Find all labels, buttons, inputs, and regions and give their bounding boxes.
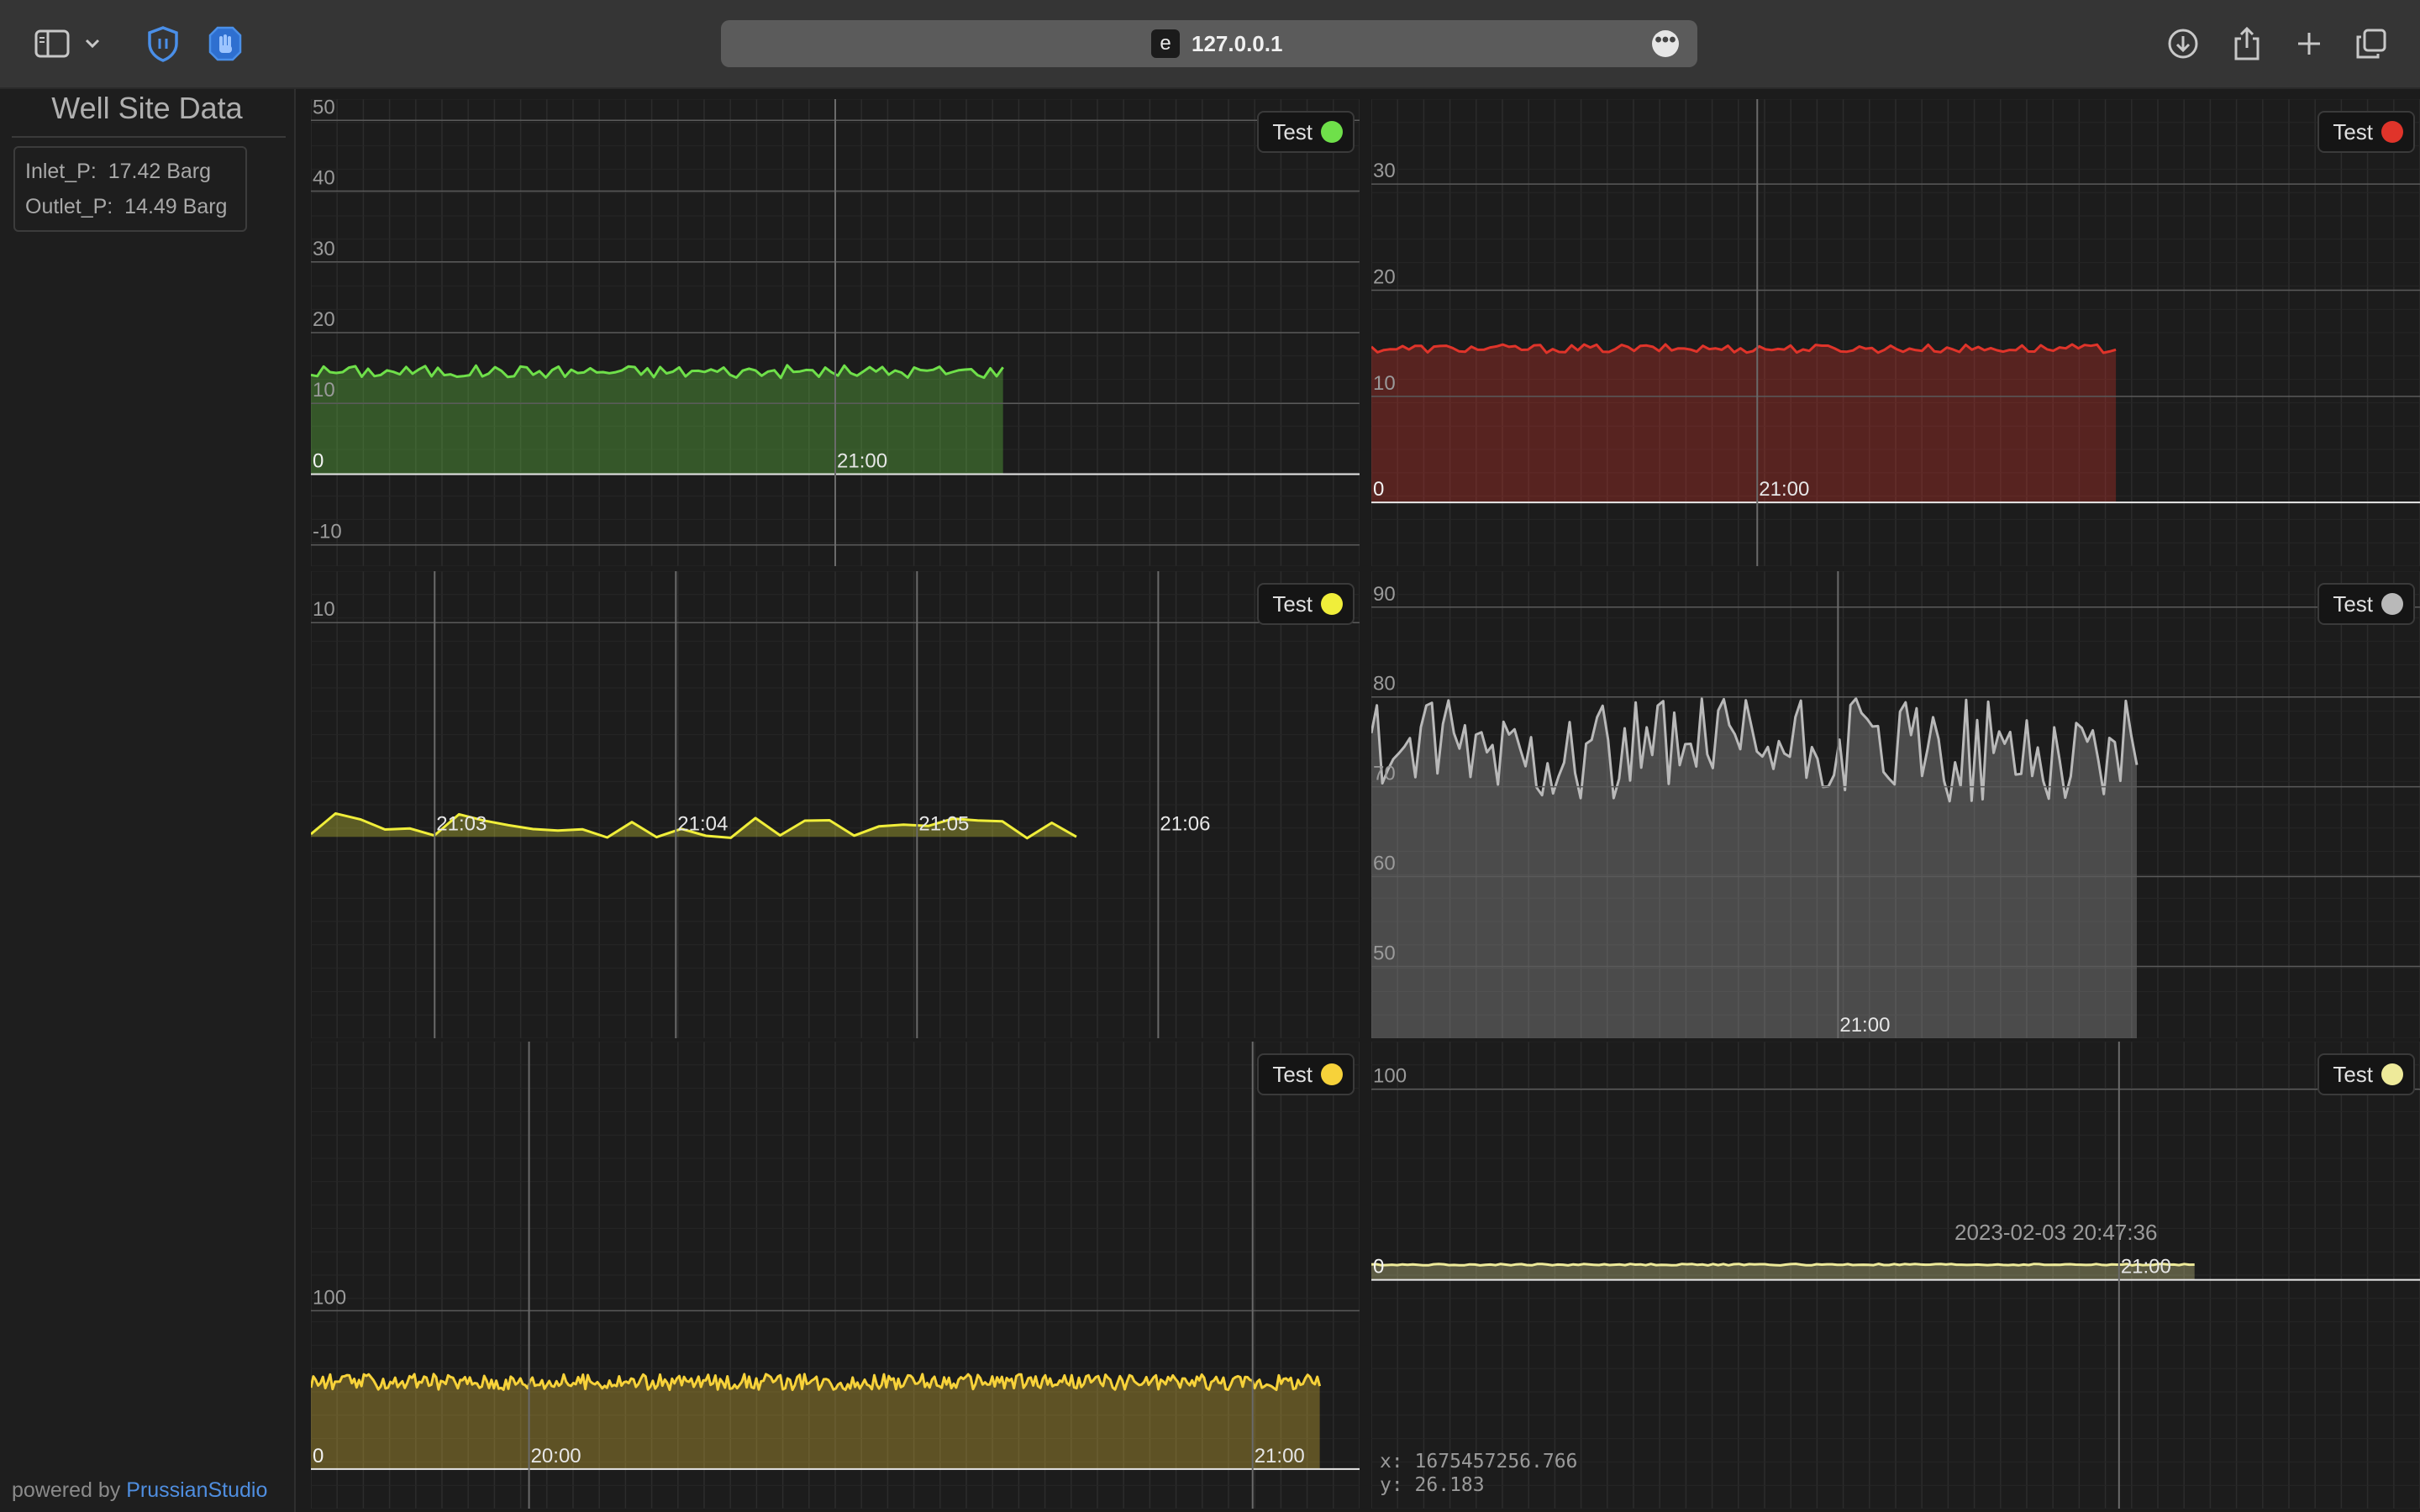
y-tick-label: 30 xyxy=(1373,160,1396,182)
legend-status-dot xyxy=(2381,593,2403,615)
x-tick-label: 21:00 xyxy=(1759,478,1809,501)
y-tick-label: 60 xyxy=(1373,853,1396,875)
powered-by-footer: powered by PrussianStudio xyxy=(12,1478,267,1503)
x-tick-label: 21:05 xyxy=(918,812,969,835)
share-icon[interactable] xyxy=(2225,22,2269,66)
legend[interactable]: Test xyxy=(2317,111,2415,153)
chart-2[interactable]: 0 10 20 30 21:00 xyxy=(1371,99,2420,566)
readings-box: Inlet_P: 17.42 Barg Outlet_P: 14.49 Barg xyxy=(13,146,247,232)
sidebar-title: Well Site Data xyxy=(51,91,243,125)
legend[interactable]: Test xyxy=(2317,583,2415,625)
y-tick-label: 100 xyxy=(313,1286,346,1309)
chart-4[interactable]: 50 60 70 80 90 21:00 xyxy=(1371,571,2420,1038)
y-tick-label: 40 xyxy=(313,167,335,190)
tab-overview-icon[interactable] xyxy=(2349,22,2393,66)
legend-label: Test xyxy=(2333,118,2373,144)
y-tick-label: 50 xyxy=(1373,942,1396,964)
y-tick-label: 10 xyxy=(1373,372,1396,395)
chart-3[interactable]: 10 21:03 21:04 21:05 21:06 xyxy=(311,571,1360,1038)
chart-1[interactable]: -10 0 10 20 30 40 50 21:00 xyxy=(311,99,1360,566)
y-tick-label: 0 xyxy=(1373,1256,1384,1278)
prussianstudio-link[interactable]: PrussianStudio xyxy=(126,1478,267,1502)
legend-status-dot xyxy=(1321,1063,1343,1085)
chart-5[interactable]: 0 100 20:00 21:00 xyxy=(311,1042,1360,1509)
y-tick-label: 80 xyxy=(1373,673,1396,696)
sidebar: Well Site Data Inlet_P: 17.42 Barg Outle… xyxy=(0,89,296,1512)
site-favicon: e xyxy=(1151,29,1180,58)
legend-label: Test xyxy=(1272,1061,1313,1087)
y-tick-label: 100 xyxy=(1373,1065,1407,1088)
browser-toolbar: e 127.0.0.1 ••• xyxy=(0,0,2420,89)
chart-panel-1[interactable]: -10 0 10 20 30 40 50 21:00 Test xyxy=(311,99,1360,566)
x-tick-label: 21:04 xyxy=(677,812,728,835)
outlet-pressure-reading: Outlet_P: 14.49 Barg xyxy=(25,195,227,219)
series-area xyxy=(311,1373,1320,1469)
hand-stop-icon[interactable] xyxy=(203,22,247,66)
y-tick-label: -10 xyxy=(313,521,342,543)
legend-label: Test xyxy=(2333,1061,2373,1087)
download-icon[interactable] xyxy=(2161,22,2205,66)
more-options-icon[interactable]: ••• xyxy=(1652,30,1679,57)
legend-status-dot xyxy=(2381,1063,2403,1085)
reading-value: 14.49 Barg xyxy=(124,195,228,218)
legend[interactable]: Test xyxy=(1257,583,1355,625)
new-tab-icon[interactable] xyxy=(2287,22,2331,66)
x-tick-label: 21:00 xyxy=(1839,1014,1890,1037)
legend-label: Test xyxy=(2333,591,2373,617)
sidebar-divider xyxy=(12,136,286,138)
chart-6[interactable]: 0 100 21:00 xyxy=(1371,1042,2420,1509)
url-text[interactable]: 127.0.0.1 xyxy=(1192,31,1282,57)
x-tick-label: 21:00 xyxy=(1255,1445,1305,1467)
y-tick-label: 70 xyxy=(1373,763,1396,785)
x-tick-label: 21:06 xyxy=(1160,812,1210,835)
inlet-pressure-reading: Inlet_P: 17.42 Barg xyxy=(25,160,211,184)
series-line xyxy=(1371,1263,2195,1267)
chevron-down-icon[interactable] xyxy=(76,22,109,66)
legend[interactable]: Test xyxy=(2317,1053,2415,1095)
x-tick-label: 21:00 xyxy=(837,449,887,472)
x-tick-label: 21:00 xyxy=(2121,1256,2171,1278)
y-tick-label: 0 xyxy=(313,1445,324,1467)
reading-label: Outlet_P: xyxy=(25,195,113,218)
y-tick-label: 0 xyxy=(313,449,324,472)
series-area xyxy=(311,365,1003,475)
y-tick-label: 90 xyxy=(1373,583,1396,606)
legend[interactable]: Test xyxy=(1257,111,1355,153)
chart-panel-4[interactable]: 50 60 70 80 90 21:00 Test xyxy=(1371,571,2420,1038)
chart-panel-3[interactable]: 10 21:03 21:04 21:05 21:06 Test xyxy=(311,571,1360,1038)
sidebar-toggle-icon[interactable] xyxy=(30,22,74,66)
shield-icon[interactable] xyxy=(141,22,185,66)
chart-panel-6[interactable]: 0 100 21:00 Test 2023-02-03 20:47:36 x: 16… xyxy=(1371,1042,2420,1509)
legend[interactable]: Test xyxy=(1257,1053,1355,1095)
y-tick-label: 20 xyxy=(313,308,335,331)
legend-status-dot xyxy=(1321,593,1343,615)
legend-label: Test xyxy=(1272,591,1313,617)
y-tick-label: 0 xyxy=(1373,478,1384,501)
reading-value: 17.42 Barg xyxy=(108,160,212,183)
y-tick-label: 50 xyxy=(313,99,335,118)
chart-panel-5[interactable]: 0 100 20:00 21:00 Test xyxy=(311,1042,1360,1509)
y-tick-label: 10 xyxy=(313,379,335,402)
y-tick-label: 10 xyxy=(313,598,335,621)
crosshair-readout: x: 1675457256.766 y: 26.183 xyxy=(1380,1450,1577,1497)
crosshair-y-value: y: 26.183 xyxy=(1380,1474,1485,1496)
series-area xyxy=(1371,344,2117,503)
chart-panel-2[interactable]: 0 10 20 30 21:00 Test xyxy=(1371,99,2420,566)
x-tick-label: 20:00 xyxy=(531,1445,581,1467)
reading-label: Inlet_P: xyxy=(25,160,97,183)
footer-prefix: powered by xyxy=(12,1478,127,1502)
crosshair-x-value: x: 1675457256.766 xyxy=(1380,1451,1578,1473)
y-tick-label: 20 xyxy=(1373,265,1396,288)
legend-status-dot xyxy=(2381,121,2403,143)
legend-status-dot xyxy=(1321,121,1343,143)
x-tick-label: 21:03 xyxy=(436,812,487,835)
address-bar[interactable]: e 127.0.0.1 ••• xyxy=(721,20,1697,67)
crosshair-time-label: 2023-02-03 20:47:36 xyxy=(1954,1220,2158,1245)
y-tick-label: 30 xyxy=(313,238,335,260)
legend-label: Test xyxy=(1272,118,1313,144)
